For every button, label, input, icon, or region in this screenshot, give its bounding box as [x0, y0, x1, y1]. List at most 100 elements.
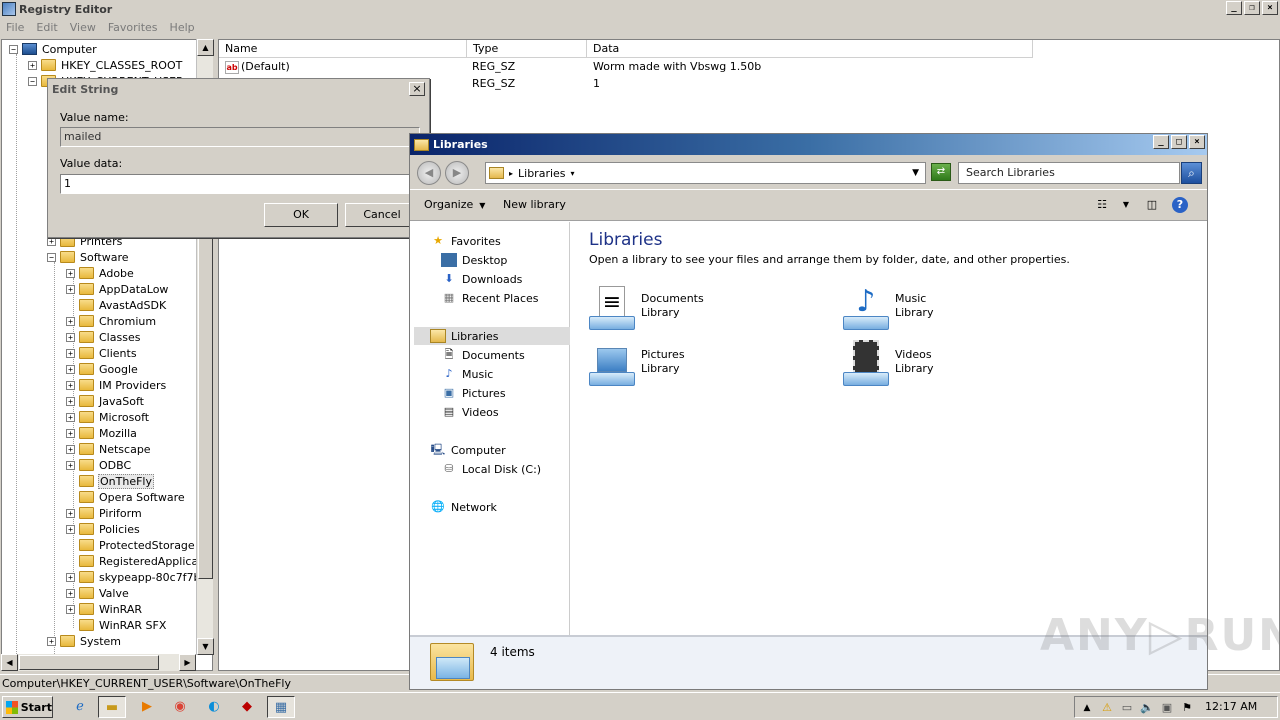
- scroll-down-button[interactable]: ▼: [197, 638, 214, 655]
- nav-documents[interactable]: 🗎 Documents: [441, 346, 525, 364]
- scroll-up-button[interactable]: ▲: [197, 39, 214, 56]
- library-tile-documents[interactable]: ≡ Documents Library: [589, 284, 829, 336]
- close-button[interactable]: ×: [1262, 1, 1278, 15]
- breadcrumb-dropdown-icon[interactable]: ▾: [571, 169, 575, 178]
- tree-node-subkey[interactable]: + Clients: [66, 345, 138, 361]
- close-button[interactable]: ×: [1189, 135, 1205, 149]
- column-header-data[interactable]: Data: [587, 40, 1033, 58]
- nav-desktop[interactable]: Desktop: [441, 251, 507, 269]
- breadcrumb-libraries[interactable]: Libraries: [518, 167, 566, 180]
- search-input[interactable]: Search Libraries: [958, 162, 1180, 184]
- column-header-name[interactable]: Name: [219, 40, 467, 58]
- security-alert-icon[interactable]: ⚠: [1099, 700, 1115, 716]
- nav-recent-places[interactable]: ▦ Recent Places: [441, 289, 539, 307]
- tree-node-subkey[interactable]: + Valve: [66, 585, 130, 601]
- organize-menu[interactable]: Organize ▼: [424, 198, 485, 211]
- tree-node-subkey[interactable]: + JavaSoft: [66, 393, 145, 409]
- address-bar[interactable]: ▸ Libraries ▾ ▼: [485, 162, 926, 184]
- search-icon[interactable]: ⌕: [1181, 162, 1202, 184]
- tree-node-subkey[interactable]: + Mozilla: [66, 425, 138, 441]
- tree-node-computer[interactable]: − Computer: [9, 41, 98, 57]
- menu-edit[interactable]: Edit: [30, 21, 63, 34]
- tree-node-software[interactable]: − Software: [47, 249, 130, 265]
- cancel-button[interactable]: Cancel: [345, 203, 419, 227]
- menu-file[interactable]: File: [0, 21, 30, 34]
- expand-toggle[interactable]: +: [66, 396, 75, 406]
- tree-node-subkey[interactable]: + AppDataLow: [66, 281, 169, 297]
- tree-node-subkey[interactable]: + Piriform: [66, 505, 143, 521]
- nav-libraries[interactable]: Libraries: [414, 327, 570, 345]
- new-library-button[interactable]: New library: [503, 198, 566, 211]
- expand-toggle[interactable]: +: [66, 284, 75, 294]
- expand-toggle[interactable]: +: [66, 524, 75, 534]
- refresh-button[interactable]: ⇄: [931, 163, 951, 181]
- expand-toggle[interactable]: +: [66, 316, 75, 326]
- expand-toggle[interactable]: +: [66, 268, 75, 278]
- ok-button[interactable]: OK: [264, 203, 338, 227]
- value-row-name[interactable]: ab (Default): [225, 59, 290, 75]
- network-tray-icon[interactable]: ▭: [1119, 700, 1135, 716]
- nav-network[interactable]: 🌐 Network: [430, 498, 497, 516]
- expand-toggle[interactable]: +: [47, 636, 56, 646]
- tray-expand-icon[interactable]: ▲: [1079, 700, 1095, 716]
- value-data-field[interactable]: 1: [60, 174, 420, 194]
- internet-explorer-icon[interactable]: ℯ: [66, 696, 94, 718]
- nav-videos[interactable]: ▤ Videos: [441, 403, 499, 421]
- tree-node-subkey[interactable]: + ODBC: [66, 457, 132, 473]
- expand-toggle[interactable]: +: [66, 604, 75, 614]
- scroll-thumb[interactable]: [19, 655, 159, 670]
- tree-node-subkey[interactable]: OnTheFly: [66, 473, 154, 489]
- display-icon[interactable]: ▣: [1159, 700, 1175, 716]
- expand-toggle[interactable]: +: [28, 60, 37, 70]
- library-tile-music[interactable]: ♪ Music Library: [843, 284, 1083, 336]
- maximize-button[interactable]: □: [1171, 135, 1187, 149]
- column-header-type[interactable]: Type: [467, 40, 587, 58]
- tree-node-subkey[interactable]: + Microsoft: [66, 409, 150, 425]
- preview-pane-icon[interactable]: ◫: [1144, 197, 1160, 213]
- expand-toggle[interactable]: +: [66, 412, 75, 422]
- file-explorer-icon[interactable]: ▬: [98, 696, 126, 718]
- expand-toggle[interactable]: +: [66, 332, 75, 342]
- tree-node-subkey[interactable]: + Policies: [66, 521, 141, 537]
- restore-button[interactable]: ❐: [1244, 1, 1260, 15]
- tree-node-subkey[interactable]: + Chromium: [66, 313, 157, 329]
- expand-toggle[interactable]: +: [66, 380, 75, 390]
- start-button[interactable]: Start: [2, 696, 53, 718]
- library-tile-videos[interactable]: Videos Library: [843, 340, 1083, 392]
- expand-toggle[interactable]: +: [66, 348, 75, 358]
- expand-toggle[interactable]: +: [66, 460, 75, 470]
- chrome-icon[interactable]: ◉: [166, 696, 194, 718]
- tree-node-subkey[interactable]: RegisteredApplicatio: [66, 553, 212, 569]
- tree-node-system[interactable]: + System: [47, 633, 122, 649]
- forward-button[interactable]: ▶: [445, 161, 469, 185]
- change-view-icon[interactable]: ☷: [1094, 197, 1110, 213]
- tree-node-subkey[interactable]: WinRAR SFX: [66, 617, 167, 633]
- expand-toggle[interactable]: +: [66, 572, 75, 582]
- menu-view[interactable]: View: [64, 21, 102, 34]
- nav-downloads[interactable]: ⬇ Downloads: [441, 270, 522, 288]
- expand-toggle[interactable]: +: [66, 588, 75, 598]
- tree-node-subkey[interactable]: + IM Providers: [66, 377, 167, 393]
- address-history-dropdown-icon[interactable]: ▼: [912, 168, 919, 178]
- help-icon[interactable]: ?: [1172, 197, 1188, 213]
- tree-node-subkey[interactable]: + Classes: [66, 329, 141, 345]
- collapse-toggle[interactable]: −: [47, 252, 56, 262]
- back-button[interactable]: ◀: [417, 161, 441, 185]
- tree-node-subkey[interactable]: + Adobe: [66, 265, 135, 281]
- scroll-thumb[interactable]: [198, 199, 213, 579]
- collapse-toggle[interactable]: −: [28, 76, 37, 86]
- view-options-dropdown-icon[interactable]: ▼: [1118, 197, 1134, 213]
- tree-node-hkey-classes-root[interactable]: + HKEY_CLASSES_ROOT: [28, 57, 183, 73]
- expand-toggle[interactable]: +: [66, 364, 75, 374]
- scroll-left-button[interactable]: ◀: [1, 654, 18, 671]
- media-player-icon[interactable]: ▶: [133, 696, 161, 718]
- tree-node-subkey[interactable]: Opera Software: [66, 489, 186, 505]
- nav-computer[interactable]: 🖳 Computer: [430, 441, 506, 459]
- tree-node-subkey[interactable]: + WinRAR: [66, 601, 143, 617]
- tree-node-subkey[interactable]: + skypeapp-80c7f7be: [66, 569, 208, 585]
- expand-toggle[interactable]: +: [66, 444, 75, 454]
- collapse-toggle[interactable]: −: [9, 44, 18, 54]
- tree-node-subkey[interactable]: + Google: [66, 361, 139, 377]
- nav-pictures[interactable]: ▣ Pictures: [441, 384, 506, 402]
- minimize-button[interactable]: _: [1153, 135, 1169, 149]
